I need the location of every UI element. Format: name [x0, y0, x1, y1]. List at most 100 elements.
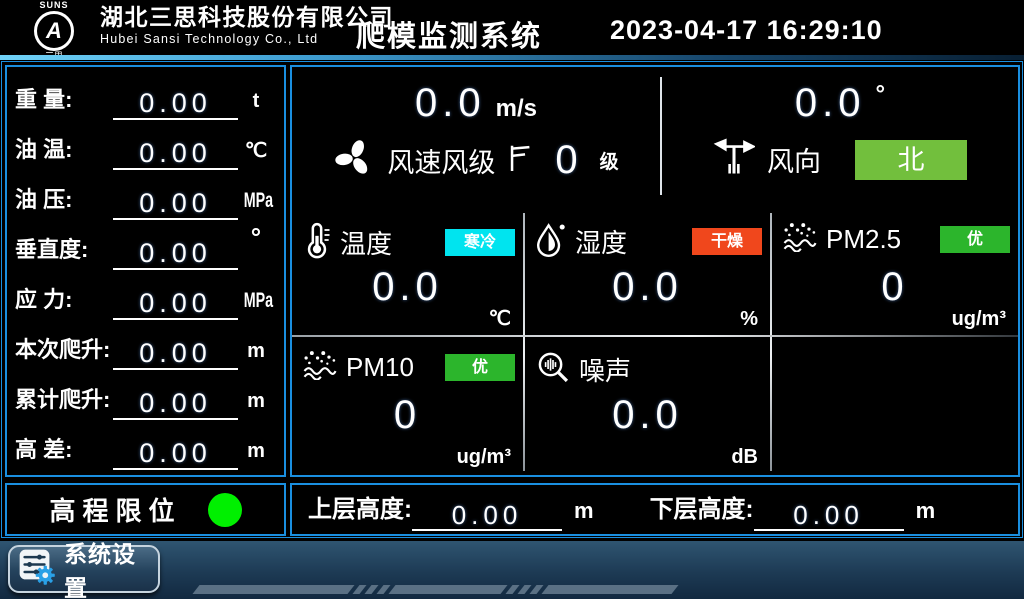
temperature-cell: 温度 寒冷 0.0 ℃: [292, 209, 523, 335]
stress-label: 应 力:: [15, 289, 113, 320]
noise-value: 0.0: [525, 393, 770, 438]
wind-direction-label: 风向: [767, 140, 821, 179]
wind-speed-value: 0.0: [415, 83, 486, 123]
stripe-segment: [388, 585, 507, 594]
humidity-status-badge: 干燥: [692, 228, 762, 255]
elevation-limit-indicator: [208, 493, 242, 527]
temperature-unit: ℃: [489, 306, 511, 331]
company-logo: SUNS A 三思: [24, 1, 84, 61]
humidity-header: 湿度 干燥: [525, 209, 770, 262]
layer-heights-box: 上层高度: 0.00 m 下层高度: 0.00 m: [290, 483, 1020, 536]
elevation-limit-box: 高程限位: [5, 483, 286, 536]
wind-level-unit: 级: [600, 147, 619, 174]
total-climb-value: 0.00: [113, 390, 238, 420]
logo-letter: A: [46, 20, 62, 42]
height-diff-unit: m: [238, 441, 274, 470]
stripe-segment: [541, 585, 678, 594]
stress-row: 应 力: 0.00 MPa: [15, 270, 274, 320]
pm10-status-badge: 优: [445, 354, 515, 381]
wind-speed-section: 0.0 m/s 风速风级 0 级: [292, 67, 660, 205]
height-diff-row: 高 差: 0.00 m: [15, 420, 274, 470]
lower-height-unit: m: [916, 498, 936, 531]
humidity-label: 湿度: [575, 223, 627, 260]
temperature-label: 温度: [340, 224, 392, 261]
pm25-label: PM2.5: [826, 224, 901, 255]
wind-direction-label-row: 风向 北: [662, 137, 1018, 182]
verticality-unit: °: [238, 224, 274, 270]
stripe-segment: [192, 585, 354, 594]
company-name-block: 湖北三思科技股份有限公司 Hubei Sansi Technology Co.,…: [100, 4, 394, 47]
oil-pressure-value: 0.00: [113, 190, 238, 220]
pm10-label: PM10: [346, 352, 414, 383]
header: SUNS A 三思 湖北三思科技股份有限公司 Hubei Sansi Techn…: [0, 0, 1024, 55]
height-diff-label: 高 差:: [15, 439, 113, 470]
current-climb-unit: m: [238, 341, 274, 370]
oil-temp-unit: ℃: [238, 141, 274, 170]
temperature-value: 0.0: [292, 265, 523, 310]
upper-height-value: 0.00: [412, 502, 562, 531]
pm10-cell: PM10 优 0 ug/m³: [292, 337, 523, 473]
pm10-header: PM10 优: [292, 337, 523, 385]
noise-header: 噪声: [525, 337, 770, 390]
temperature-header: 温度 寒冷: [292, 209, 523, 264]
pm25-value: 0: [772, 265, 1018, 310]
stress-unit: MPa: [244, 290, 268, 320]
pm25-unit: ug/m³: [952, 308, 1006, 331]
current-climb-value: 0.00: [113, 340, 238, 370]
wind-direction-value: 0.0: [795, 83, 866, 123]
total-climb-unit: m: [238, 391, 274, 420]
height-diff-value: 0.00: [113, 440, 238, 470]
total-climb-row: 累计爬升: 0.00 m: [15, 370, 274, 420]
logo-top-text: SUNS: [24, 1, 84, 10]
humidity-unit: %: [740, 308, 758, 331]
page-title: 爬模监测系统: [356, 13, 542, 55]
system-settings-label: 系统设置: [64, 535, 150, 599]
current-climb-label: 本次爬升:: [15, 339, 113, 370]
oil-temp-value: 0.00: [113, 140, 238, 170]
thermometer-icon: [302, 221, 332, 264]
taskbar-decorative-stripes: [196, 585, 675, 594]
humidity-value: 0.0: [525, 265, 770, 310]
stress-value: 0.00: [113, 290, 238, 320]
oil-pressure-label: 油 压:: [15, 189, 113, 220]
wind-direction-badge: 北: [855, 140, 967, 180]
pm10-unit: ug/m³: [457, 446, 511, 469]
water-drop-icon: [535, 221, 567, 262]
upper-height-field: 上层高度: 0.00 m: [308, 489, 594, 531]
verticality-value: 0.00: [113, 240, 238, 270]
elevation-limit-label: 高程限位: [49, 491, 181, 528]
taskbar: 系统设置: [0, 540, 1024, 599]
fan-icon: [333, 137, 375, 184]
noise-unit: dB: [731, 446, 758, 469]
verticality-row: 垂直度: 0.00 °: [15, 220, 274, 270]
current-climb-row: 本次爬升: 0.00 m: [15, 320, 274, 370]
header-divider: [0, 55, 1024, 60]
system-settings-button[interactable]: 系统设置: [8, 545, 160, 593]
pm25-header: PM2.5 优: [772, 209, 1018, 257]
pm25-status-badge: 优: [940, 226, 1010, 253]
verticality-label: 垂直度:: [15, 239, 113, 270]
pm25-cell: PM2.5 优 0 ug/m³: [772, 209, 1018, 335]
pm25-dust-icon: [782, 221, 818, 257]
measurement-sidebar: 重 量: 0.00 t 油 温: 0.00 ℃ 油 压: 0.00 MPa 垂直…: [5, 65, 286, 477]
noise-magnifier-icon: [535, 349, 571, 390]
pm10-dust-icon: [302, 349, 338, 385]
lower-height-value: 0.00: [754, 502, 904, 531]
wind-speed-label: 风速风级: [387, 141, 495, 180]
wind-direction-unit: °: [876, 81, 886, 109]
company-name-en: Hubei Sansi Technology Co., Ltd: [100, 32, 394, 46]
noise-label: 噪声: [579, 351, 631, 388]
weight-unit: t: [238, 91, 274, 120]
wind-speed-label-row: 风速风级 0 级: [292, 137, 660, 184]
wind-level-icon: [507, 141, 533, 180]
settings-gear-icon: [18, 548, 56, 591]
noise-cell: 噪声 0.0 dB: [525, 337, 770, 473]
wind-speed-unit: m/s: [496, 95, 537, 123]
logo-circle-icon: A: [34, 11, 74, 51]
weight-label: 重 量:: [15, 89, 113, 120]
weight-value: 0.00: [113, 90, 238, 120]
upper-height-unit: m: [574, 498, 594, 531]
wind-direction-readout: 0.0 °: [662, 83, 1018, 123]
lower-height-field: 下层高度: 0.00 m: [650, 489, 936, 531]
wind-speed-readout: 0.0 m/s: [292, 83, 660, 123]
